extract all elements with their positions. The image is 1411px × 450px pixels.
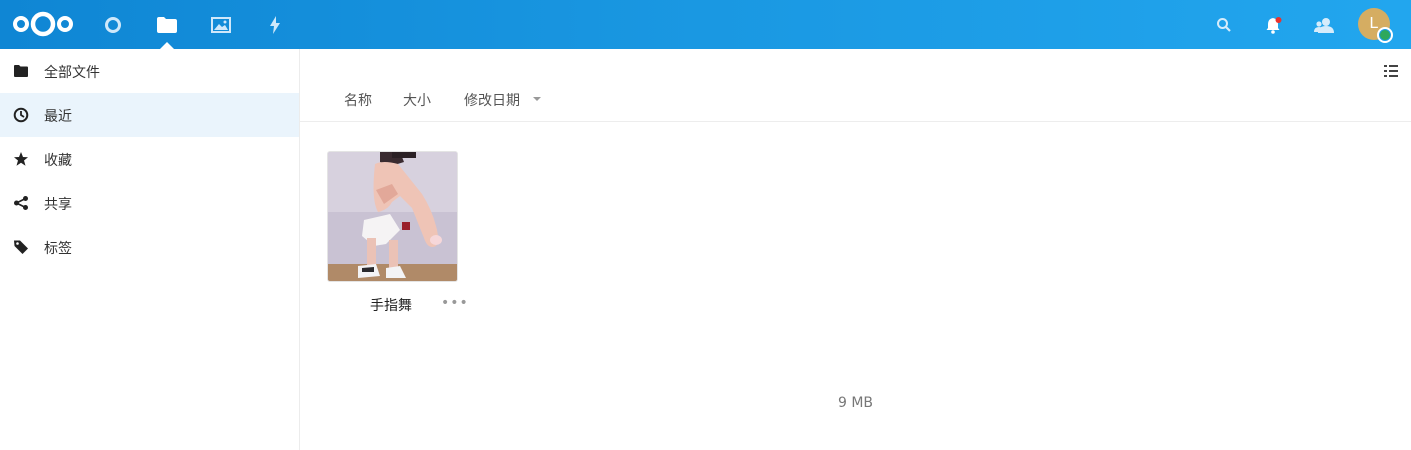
clock-icon	[13, 107, 29, 123]
folder-icon	[13, 63, 29, 79]
sidebar-item-shares[interactable]: 共享	[0, 181, 299, 225]
share-icon	[13, 195, 29, 211]
sidebar-item-label: 收藏	[44, 153, 72, 169]
video-thumbnail[interactable]	[327, 151, 458, 282]
nextcloud-logo-icon[interactable]	[12, 9, 74, 39]
app-photos-image-icon[interactable]	[199, 0, 243, 49]
app-dashboard-circle-icon[interactable]	[91, 0, 135, 49]
more-actions-icon[interactable]: •••	[441, 295, 469, 311]
sidebar-item-all-files[interactable]: 全部文件	[0, 49, 299, 93]
tag-icon	[13, 239, 29, 255]
sidebar-item-label: 共享	[44, 197, 72, 213]
star-icon	[13, 151, 29, 167]
sidebar-item-label: 全部文件	[44, 65, 100, 81]
sidebar-item-recent[interactable]: 最近	[0, 93, 299, 137]
sidebar-item-favorites[interactable]: 收藏	[0, 137, 299, 181]
file-tile[interactable]: 手指舞 •••	[327, 151, 468, 327]
sort-by-size[interactable]: 大小	[403, 90, 431, 110]
sort-descending-icon	[533, 97, 541, 101]
sidebar-item-tags[interactable]: 标签	[0, 225, 299, 269]
contacts-icon[interactable]	[1304, 0, 1344, 49]
file-name[interactable]: 手指舞	[370, 295, 412, 315]
sidebar-item-label: 标签	[44, 241, 72, 257]
online-status-icon	[1377, 27, 1393, 43]
bell-icon[interactable]	[1254, 0, 1294, 49]
list-view-toggle-icon[interactable]	[1383, 63, 1399, 79]
file-list-area: 名称 大小 修改日期 手指舞 ••• 9 MB	[300, 49, 1411, 450]
total-size-summary: 9 MB	[838, 395, 874, 411]
sort-bar: 名称 大小 修改日期	[300, 81, 1411, 122]
app-files-folder-icon[interactable]	[145, 0, 189, 49]
sidebar-item-label: 最近	[44, 109, 72, 125]
sidebar-navigation: 全部文件 最近 收藏 共享 标签	[0, 49, 300, 450]
sort-by-name[interactable]: 名称	[344, 90, 372, 110]
top-header: L	[0, 0, 1411, 49]
sort-by-modified[interactable]: 修改日期	[464, 90, 520, 110]
app-activity-lightning-icon[interactable]	[253, 0, 297, 49]
search-icon[interactable]	[1204, 0, 1244, 49]
